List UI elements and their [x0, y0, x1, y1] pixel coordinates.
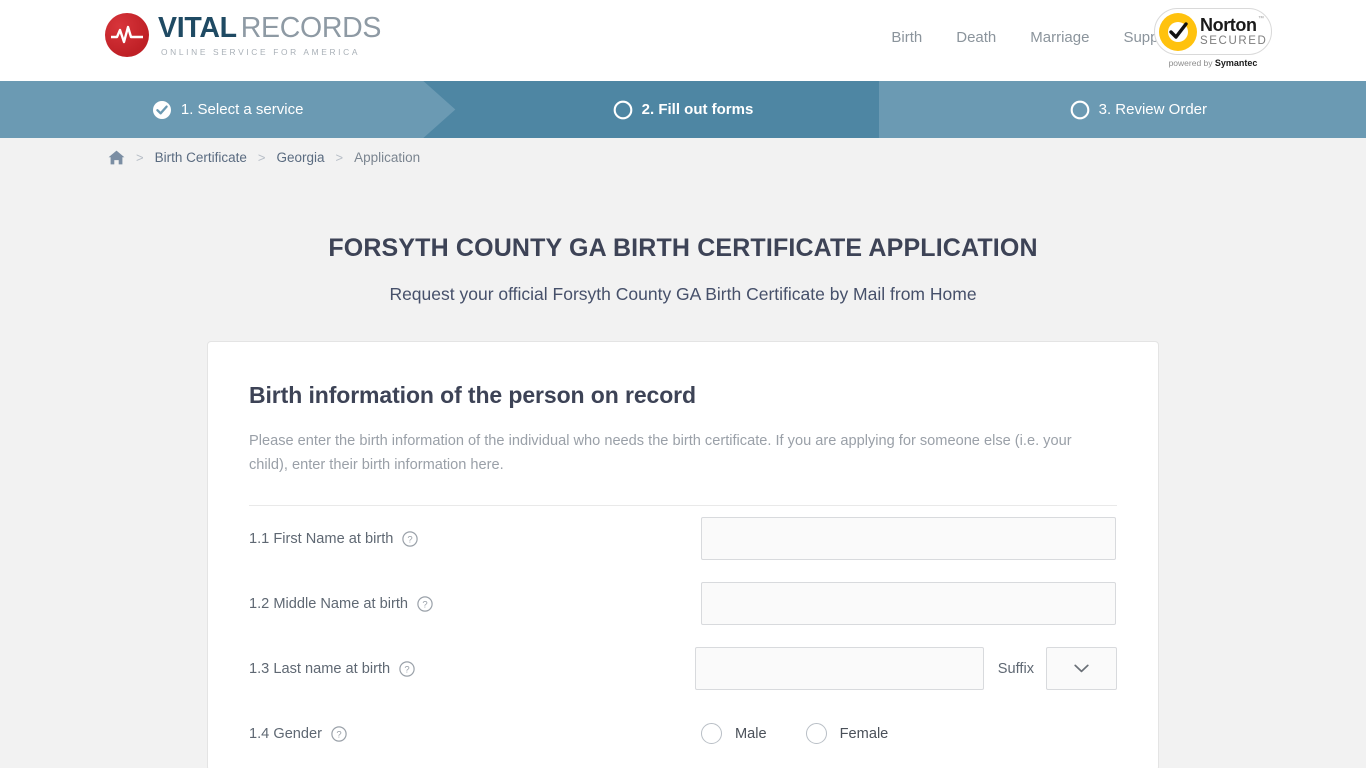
step-review-order[interactable]: 3. Review Order: [878, 81, 1366, 138]
nav-item-birth[interactable]: Birth: [891, 29, 922, 46]
norton-check-icon: [1159, 12, 1197, 51]
field-control-last-name: Suffix: [694, 647, 1117, 690]
gender-option-label: Female: [839, 725, 889, 742]
check-circle-icon: [152, 100, 172, 120]
field-control-middle-name: [701, 582, 1116, 625]
logo-title-secondary: RECORDS: [240, 12, 382, 45]
page-title: FORSYTH COUNTY GA BIRTH CERTIFICATE APPL…: [328, 234, 1038, 262]
breadcrumb-item-georgia[interactable]: Georgia: [276, 150, 324, 165]
svg-text:?: ?: [422, 599, 427, 610]
chevron-down-icon: [1074, 664, 1089, 673]
field-label-text: 1.3 Last name at birth: [249, 660, 391, 677]
field-label-text: 1.1 First Name at birth: [249, 530, 394, 547]
form-heading: Birth information of the person on recor…: [249, 382, 696, 408]
radio-circle-icon[interactable]: [805, 723, 827, 744]
nav-item-marriage[interactable]: Marriage: [1030, 29, 1089, 46]
question-circle-icon[interactable]: ?: [399, 660, 415, 677]
breadcrumb-separator: >: [136, 149, 144, 165]
birth-information-form-card: Birth information of the person on recor…: [207, 341, 1159, 768]
norton-line2: SECURED: [1200, 34, 1268, 47]
main-navigation: Birth Death Marriage Support: [891, 29, 1176, 46]
circle-icon: [613, 100, 633, 120]
breadcrumb-item-application: Application: [354, 149, 421, 165]
gender-option-female[interactable]: Female: [805, 723, 889, 744]
gender-radio-group: Male Female: [701, 723, 927, 744]
svg-text:?: ?: [336, 729, 341, 740]
field-label-middle-name: 1.2 Middle Name at birth ?: [249, 596, 701, 612]
step-fill-out-forms[interactable]: 2. Fill out forms: [423, 81, 910, 138]
logo-tagline: ONLINE SERVICE FOR AMERICA: [161, 46, 361, 57]
suffix-select[interactable]: [1046, 647, 1117, 690]
svg-text:?: ?: [408, 534, 413, 545]
field-label-gender: 1.4 Gender ?: [249, 726, 701, 742]
field-row-gender: 1.4 Gender ? Male Female: [249, 701, 1117, 766]
gender-option-male[interactable]: Male: [701, 723, 767, 744]
step-select-a-service[interactable]: 1. Select a service: [0, 81, 456, 138]
breadcrumb: > Birth Certificate > Georgia > Applicat…: [0, 138, 1366, 176]
norton-footer-brand: Symantec: [1214, 58, 1258, 68]
page-subtitle: Request your official Forsyth County GA …: [389, 284, 977, 304]
radio-circle-icon[interactable]: [701, 723, 722, 744]
last-name-input[interactable]: [694, 647, 984, 690]
progress-steps: 1. Select a service 2. Fill out forms 3.…: [0, 81, 1366, 138]
heartbeat-circle-icon: [105, 13, 149, 57]
question-circle-icon[interactable]: ?: [402, 530, 419, 547]
field-row-first-name: 1.1 First Name at birth ?: [249, 506, 1117, 571]
logo-title-primary: VITAL: [158, 12, 237, 45]
nav-item-death[interactable]: Death: [956, 29, 996, 46]
question-circle-icon[interactable]: ?: [331, 725, 347, 742]
site-header: VITAL RECORDS ONLINE SERVICE FOR AMERICA …: [0, 0, 1366, 81]
circle-icon: [1070, 100, 1090, 120]
norton-trademark: ™: [1258, 16, 1264, 22]
first-name-input[interactable]: [701, 517, 1116, 560]
norton-secured-badge[interactable]: Norton SECURED ™ powered by Symantec: [1154, 8, 1272, 72]
field-row-last-name: 1.3 Last name at birth ? Suffix: [249, 636, 1117, 701]
breadcrumb-item-birth-certificate[interactable]: Birth Certificate: [155, 150, 247, 165]
breadcrumb-separator: >: [257, 149, 266, 165]
step-label: 1. Select a service: [180, 101, 304, 118]
question-circle-icon[interactable]: ?: [417, 595, 433, 612]
gender-option-label: Male: [735, 725, 767, 742]
form-description: Please enter the birth information of th…: [249, 433, 1072, 473]
suffix-label: Suffix: [997, 660, 1034, 677]
site-logo[interactable]: VITAL RECORDS ONLINE SERVICE FOR AMERICA: [105, 13, 381, 57]
breadcrumb-separator: >: [335, 149, 344, 165]
middle-name-input[interactable]: [701, 582, 1116, 625]
field-control-first-name: [701, 517, 1116, 560]
home-icon[interactable]: [108, 150, 125, 165]
svg-text:?: ?: [405, 664, 410, 675]
norton-footer-prefix: powered by: [1168, 58, 1213, 68]
field-label-first-name: 1.1 First Name at birth ?: [249, 531, 701, 547]
field-label-text: 1.2 Middle Name at birth: [249, 595, 408, 612]
step-label: 3. Review Order: [1098, 101, 1207, 118]
field-label-last-name: 1.3 Last name at birth ?: [249, 661, 695, 677]
field-label-text: 1.4 Gender: [249, 725, 323, 742]
step-label: 2. Fill out forms: [641, 101, 754, 118]
field-row-middle-name: 1.2 Middle Name at birth ?: [249, 571, 1117, 636]
